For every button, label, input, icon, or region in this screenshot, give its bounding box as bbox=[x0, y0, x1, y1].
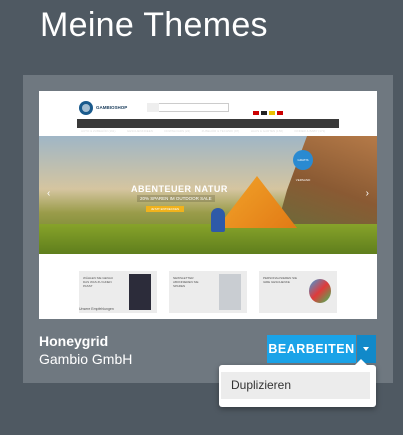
preview-nav-item: HAUS & GARTEN (156) bbox=[250, 129, 284, 133]
theme-vendor: Gambio GmbH bbox=[39, 351, 133, 367]
preview-nav-item: KINDER & BABY (171) bbox=[294, 129, 326, 133]
preview-nav-item: ZUBEHÖR & TECHNIK (97) bbox=[201, 129, 240, 133]
caret-down-icon bbox=[363, 347, 369, 351]
preview-promo-text: NEWSLETTER ABONNIEREN SIE SPAREN bbox=[173, 276, 199, 288]
menu-item-duplicate[interactable]: Duplizieren bbox=[221, 372, 370, 399]
preview-logo-icon bbox=[79, 101, 93, 115]
page-title: Meine Themes bbox=[40, 6, 268, 44]
preview-nav-item: DOWNLOADS (24) bbox=[164, 129, 191, 133]
preview-promo-text: PERSONALISIEREN SIE IHRE GESCHENKE bbox=[263, 276, 298, 284]
theme-name: Honeygrid bbox=[39, 333, 109, 349]
preview-nav-item: GESCHENKIDEEN bbox=[126, 129, 153, 133]
preview-badge: GRATIS VERSAND bbox=[293, 150, 313, 182]
theme-preview-image: GAMBIOSHOP AUTO & ZUBEHÖR (191) GESCHENK… bbox=[39, 91, 377, 319]
preview-search-category bbox=[147, 103, 159, 112]
preview-top-strip bbox=[39, 91, 377, 100]
preview-hero-subline: 20% SPAREN IM OUTDOOR SALE bbox=[137, 195, 215, 202]
preview-chevron-right-icon: › bbox=[365, 188, 369, 199]
preview-grass bbox=[39, 224, 377, 254]
preview-search-box bbox=[147, 103, 229, 112]
preview-logo-text: GAMBIOSHOP bbox=[96, 105, 128, 110]
preview-nav-bar: AUTO & ZUBEHÖR (191) GESCHENKIDEEN DOWNL… bbox=[77, 119, 339, 151]
preview-hero-headline: ABENTEUER NATUR bbox=[131, 184, 228, 194]
dropdown-pointer bbox=[355, 359, 367, 365]
edit-button[interactable]: BEARBEITEN bbox=[267, 335, 356, 363]
preview-chevron-left-icon: ‹ bbox=[47, 188, 51, 199]
preview-promo-text: WÄHLEN SIE GENAU DAS WAS ZU IHNEN PASST bbox=[83, 276, 114, 288]
preview-hero-cta: JETZT ENTDECKEN bbox=[146, 206, 184, 212]
preview-person bbox=[211, 208, 225, 232]
preview-nav-item: AUTO & ZUBEHÖR (191) bbox=[81, 129, 116, 133]
preview-cliff bbox=[277, 136, 377, 226]
theme-card: GAMBIOSHOP AUTO & ZUBEHÖR (191) GESCHENK… bbox=[23, 75, 393, 383]
preview-footer-label: Unsere Empfehlungen bbox=[79, 307, 114, 311]
actions-dropdown-menu: Duplizieren bbox=[219, 359, 376, 407]
preview-flags bbox=[253, 102, 293, 115]
preview-promo-tile: NEWSLETTER ABONNIEREN SIE SPAREN bbox=[169, 271, 247, 313]
preview-promo-tile: PERSONALISIEREN SIE IHRE GESCHENKE bbox=[259, 271, 337, 313]
preview-hero-banner: ABENTEUER NATUR 20% SPAREN IM OUTDOOR SA… bbox=[39, 136, 377, 254]
